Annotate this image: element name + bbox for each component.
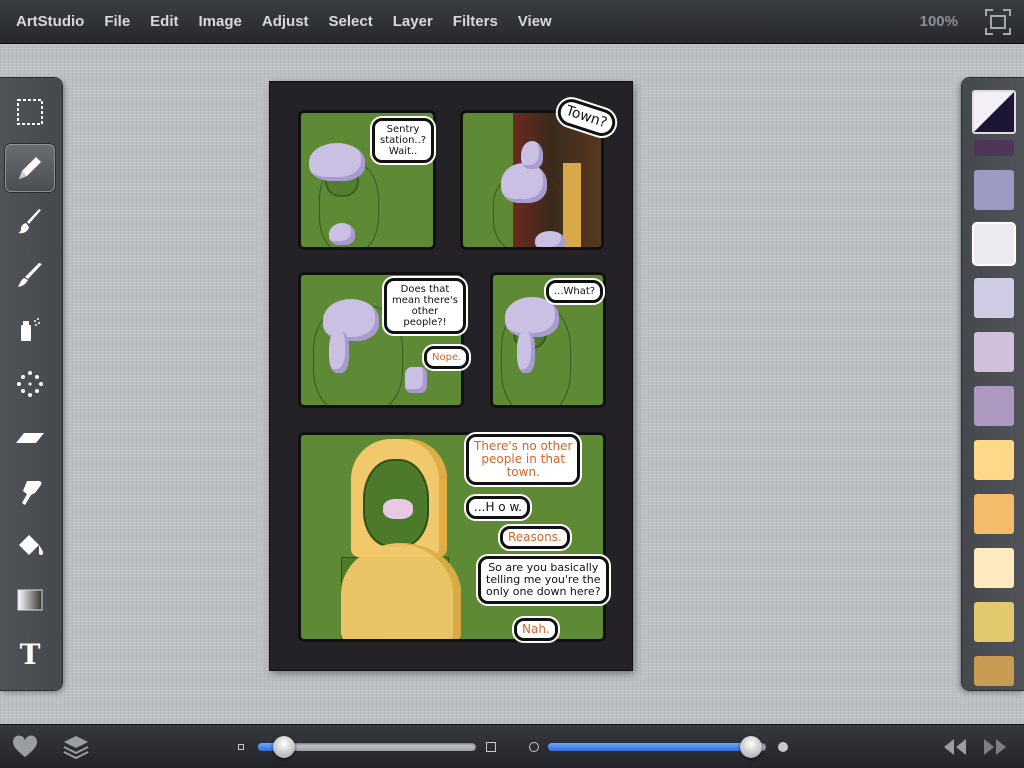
app-menu[interactable]: ArtStudio <box>0 13 94 30</box>
menu-layer[interactable]: Layer <box>383 13 443 30</box>
color-swatch[interactable] <box>974 278 1014 318</box>
marquee-icon <box>17 99 43 125</box>
text-tool[interactable]: T <box>5 630 55 678</box>
current-color-swatch[interactable] <box>972 90 1016 134</box>
opacity-slider[interactable] <box>548 736 766 758</box>
speech-bubble: ...H o w. <box>466 496 530 519</box>
eraser-icon <box>16 433 44 443</box>
scatter-tool[interactable] <box>5 360 55 408</box>
menu-file[interactable]: File <box>94 13 140 30</box>
text-icon: T <box>20 639 41 669</box>
speech-bubble: So are you basically telling me you're t… <box>478 556 609 604</box>
svg-text:T: T <box>20 639 41 669</box>
brush-size-slider[interactable] <box>258 736 476 758</box>
pencil-tool[interactable] <box>5 144 55 192</box>
speech-bubble: ...What? <box>546 280 604 303</box>
eraser-tool[interactable] <box>5 414 55 462</box>
color-swatch[interactable] <box>974 548 1014 588</box>
undo-icon[interactable] <box>942 737 968 757</box>
speech-bubble: Nah. <box>514 618 558 641</box>
fullscreen-icon[interactable] <box>984 8 1012 36</box>
redo-icon[interactable] <box>982 737 1008 757</box>
color-swatch[interactable] <box>974 440 1014 480</box>
selection-tool[interactable] <box>5 88 55 136</box>
speech-bubble: There's no other people in that town. <box>466 434 581 485</box>
speech-bubble: Reasons. <box>500 526 570 549</box>
speech-bubble: Sentry station..? Wait.. <box>372 118 435 163</box>
fill-tool[interactable] <box>5 522 55 570</box>
color-swatch[interactable] <box>974 332 1014 372</box>
color-swatch[interactable] <box>974 656 1014 686</box>
dots-icon <box>17 371 43 397</box>
menu-image[interactable]: Image <box>189 13 252 30</box>
zoom-level[interactable]: 100% <box>920 13 958 30</box>
paintbrush-tool[interactable] <box>5 198 55 246</box>
smudge-tool[interactable] <box>5 252 55 300</box>
color-palette <box>962 78 1024 690</box>
color-swatch[interactable] <box>974 170 1014 210</box>
speech-bubble: Nope. <box>424 346 470 369</box>
menu-view[interactable]: View <box>508 13 562 30</box>
speech-bubble: Does that mean there's other people?! <box>384 278 466 334</box>
brush-size-knob[interactable] <box>273 736 296 758</box>
opacity-knob[interactable] <box>739 736 762 758</box>
layers-icon[interactable] <box>62 733 90 761</box>
drawing-canvas[interactable]: Sentry station..? Wait.. Town? Does that… <box>270 82 632 670</box>
menu-bar: ArtStudio File Edit Image Adjust Select … <box>0 0 1024 44</box>
gradient-icon <box>17 589 43 611</box>
paint-bucket-icon <box>19 535 43 555</box>
finger-icon <box>22 481 42 505</box>
gradient-tool[interactable] <box>5 576 55 624</box>
small-size-icon <box>238 744 244 750</box>
opacity-fill <box>548 743 751 751</box>
heart-icon[interactable] <box>12 735 38 759</box>
color-swatch[interactable] <box>974 140 1014 156</box>
color-swatch[interactable] <box>974 602 1014 642</box>
spray-can-icon <box>21 318 40 341</box>
color-swatch[interactable] <box>974 386 1014 426</box>
pencil-icon <box>19 157 41 179</box>
high-opacity-icon <box>778 742 788 752</box>
menu-select[interactable]: Select <box>319 13 383 30</box>
color-swatch-selected[interactable] <box>974 224 1014 264</box>
low-opacity-icon <box>529 742 539 752</box>
menu-filters[interactable]: Filters <box>443 13 508 30</box>
menu-adjust[interactable]: Adjust <box>252 13 319 30</box>
color-swatch[interactable] <box>974 494 1014 534</box>
tool-palette: T <box>0 78 62 690</box>
large-size-icon <box>486 742 496 752</box>
bottom-toolbar <box>0 724 1024 768</box>
spray-tool[interactable] <box>5 306 55 354</box>
smudge-finger-tool[interactable] <box>5 468 55 516</box>
comic-panel-2 <box>460 110 604 250</box>
brush-icon <box>18 209 41 234</box>
smudge-brush-icon <box>18 263 42 287</box>
menu-edit[interactable]: Edit <box>140 13 188 30</box>
